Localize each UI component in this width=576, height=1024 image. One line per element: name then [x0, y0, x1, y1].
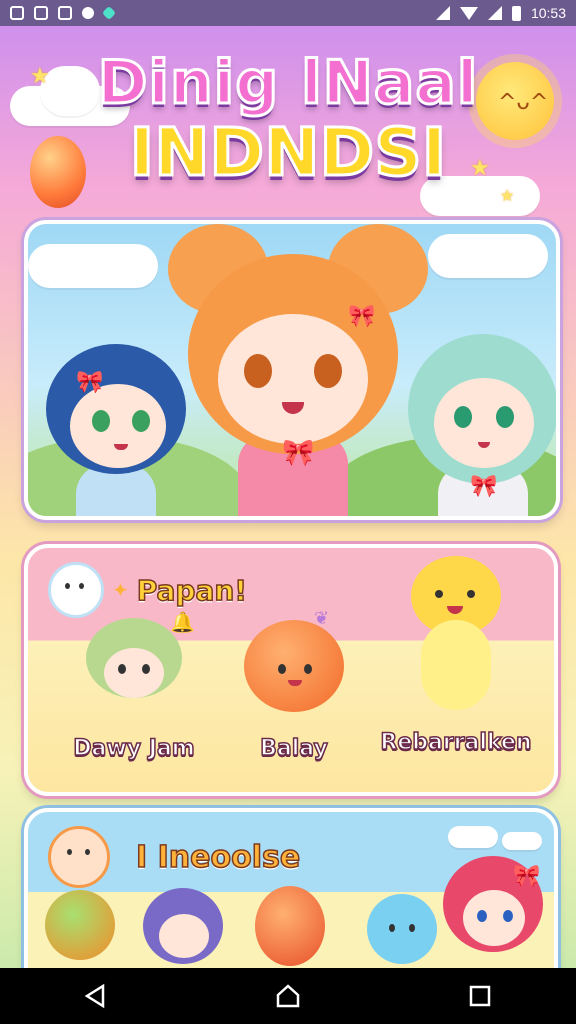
panel-title: I Ineoolse	[135, 839, 301, 876]
notification-icon	[82, 7, 94, 19]
star-icon: ★	[500, 186, 515, 205]
recents-button[interactable]	[450, 976, 510, 1016]
app-icon	[101, 5, 117, 21]
game-title: Dinig lNaal INDNDSI	[0, 47, 576, 191]
character-card-blue-blob[interactable]	[362, 894, 442, 964]
character-card-balay[interactable]: ❦ Balay	[224, 608, 364, 762]
bow-icon: 🎀	[348, 304, 376, 329]
leaf-icon: ❦	[314, 608, 330, 629]
character-blue-hair[interactable]: 🎀	[36, 344, 186, 516]
back-button[interactable]	[66, 976, 126, 1016]
home-icon	[276, 984, 300, 1008]
notification-icon	[10, 6, 24, 20]
navigation-bar	[0, 968, 576, 1024]
character-card-purple-hair[interactable]	[138, 888, 228, 968]
item-label: Dawy Jam	[73, 735, 196, 762]
bell-icon: 🔔	[170, 610, 195, 634]
signal-icon	[435, 6, 450, 20]
bow-icon: 🎀	[76, 370, 104, 395]
home-button[interactable]	[258, 976, 318, 1016]
status-time: 10:53	[530, 5, 566, 21]
status-right-icons: 10:53	[435, 5, 566, 21]
title-line-1: Dinig lNaal	[96, 47, 479, 120]
notification-icon	[34, 6, 48, 20]
wifi-icon	[459, 6, 478, 20]
item-label: Rebarralken	[380, 729, 533, 756]
ghost-mascot-icon	[48, 562, 104, 618]
cloud-icon	[28, 244, 158, 288]
character-card-dawy-jam[interactable]: 🔔 Dawy Jam	[64, 610, 204, 762]
panel-header: I Ineoolse	[48, 826, 301, 888]
bow-icon: 🎀	[513, 864, 541, 889]
notification-icon	[58, 6, 72, 20]
signal-icon	[487, 6, 502, 20]
favorites-panel: ✦ Papan! 🔔 Dawy Jam ❦ Balay Rebarralken	[24, 544, 558, 796]
status-left-icons	[10, 5, 117, 21]
character-card-red-hair[interactable]: 🎀	[438, 856, 548, 966]
cloud-icon	[502, 832, 542, 850]
title-line-2: INDNDSI	[128, 114, 448, 191]
item-label: Balay	[259, 735, 328, 762]
back-icon	[84, 983, 105, 1009]
character-card-green-ball[interactable]	[40, 890, 120, 960]
cloud-icon	[428, 234, 548, 278]
sparkle-icon: ✦	[112, 578, 129, 602]
panel-title: Papan!	[136, 573, 248, 608]
status-bar: 10:53	[0, 0, 576, 26]
panel-header: ✦ Papan!	[48, 562, 248, 618]
hero-banner[interactable]: 🎀 🎀 🎀 🎀	[24, 220, 560, 520]
character-orange-hair[interactable]: 🎀 🎀	[168, 224, 428, 516]
cloud-icon	[448, 826, 498, 848]
battery-icon	[511, 5, 521, 21]
recents-icon	[469, 985, 491, 1007]
character-teal-hair[interactable]: 🎀	[408, 334, 556, 516]
cat-mascot-icon	[48, 826, 110, 888]
character-card-rebarralken[interactable]: Rebarralken	[376, 556, 536, 756]
character-card-orange-egg[interactable]	[250, 886, 330, 966]
bow-icon: 🎀	[282, 438, 315, 468]
bow-icon: 🎀	[470, 474, 498, 499]
